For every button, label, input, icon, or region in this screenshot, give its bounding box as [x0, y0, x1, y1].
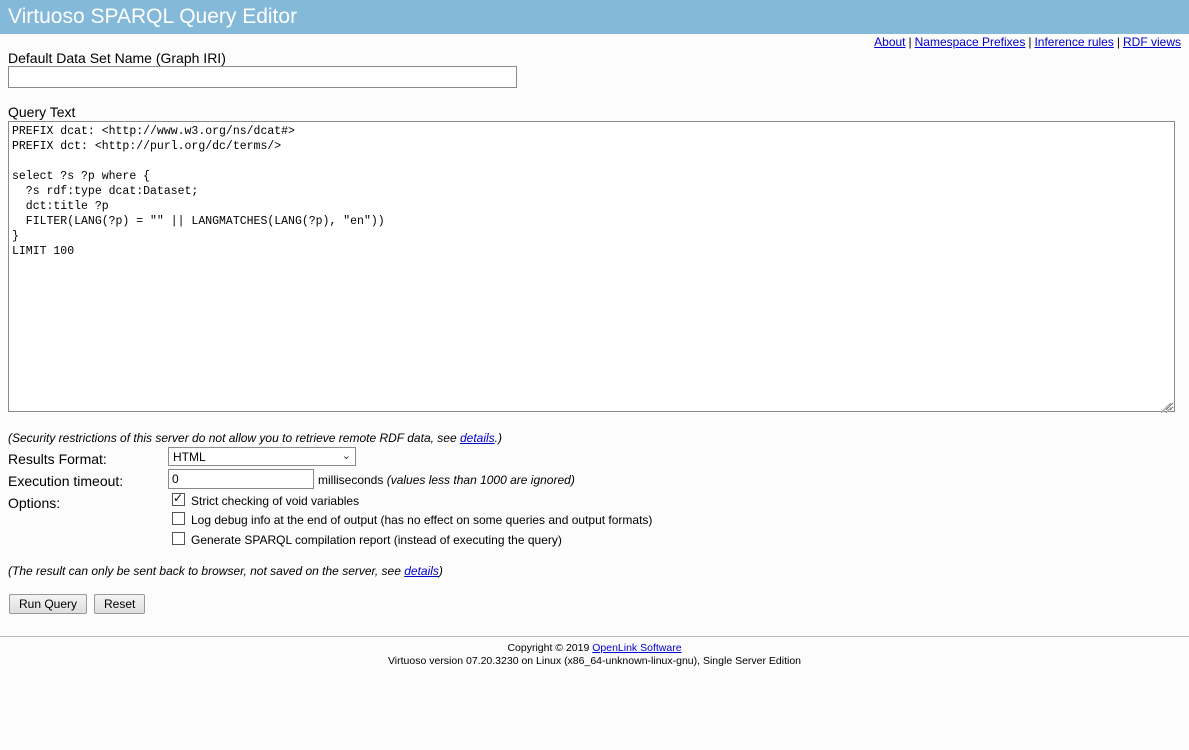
footer-divider: [0, 636, 1189, 637]
compilation-report-checkbox[interactable]: [172, 532, 185, 545]
reset-button[interactable]: Reset: [94, 594, 146, 614]
openlink-software-link[interactable]: OpenLink Software: [592, 642, 681, 654]
results-format-select[interactable]: HTML ⌄: [168, 447, 356, 466]
timeout-unit: milliseconds (values less than 1000 are …: [318, 473, 575, 487]
footer: Copyright © 2019 OpenLink Software Virtu…: [0, 642, 1189, 668]
log-debug-label: Log debug info at the end of output (has…: [191, 513, 653, 527]
query-text-label: Query Text: [8, 104, 76, 120]
inference-rules-link[interactable]: Inference rules: [1034, 35, 1113, 49]
query-text-editor[interactable]: PREFIX dcat: <http://www.w3.org/ns/dcat#…: [8, 121, 1175, 412]
run-query-button[interactable]: Run Query: [9, 594, 88, 614]
results-format-label: Results Format:: [8, 451, 107, 467]
result-details-link[interactable]: details: [404, 564, 439, 578]
strict-checking-label: Strict checking of void variables: [191, 494, 360, 508]
options-label: Options:: [8, 495, 61, 511]
top-links: About | Namespace Prefixes | Inference rules…: [874, 35, 1181, 49]
graph-iri-label: Default Data Set Name (Graph IRI): [8, 50, 226, 66]
graph-iri-input[interactable]: [8, 66, 517, 88]
namespace-prefixes-link[interactable]: Namespace Prefixes: [915, 35, 1026, 49]
execution-timeout-input[interactable]: [168, 469, 314, 489]
result-note: (The result can only be sent back to bro…: [8, 564, 443, 578]
page-title: Virtuoso SPARQL Query Editor: [8, 5, 298, 28]
strict-checking-checkbox[interactable]: [172, 491, 185, 506]
about-link[interactable]: About: [874, 35, 905, 49]
resize-grip-icon[interactable]: [1161, 403, 1171, 413]
log-debug-checkbox[interactable]: [172, 512, 185, 525]
security-details-link[interactable]: details: [460, 431, 495, 445]
execution-timeout-label: Execution timeout:: [8, 473, 124, 489]
app-header: Virtuoso SPARQL Query Editor: [0, 0, 1189, 34]
security-note: (Security restrictions of this server do…: [8, 431, 502, 445]
rdf-views-link[interactable]: RDF views: [1123, 35, 1181, 49]
compilation-report-label: Generate SPARQL compilation report (inst…: [191, 533, 562, 547]
chevron-down-icon: ⌄: [341, 450, 351, 462]
version-line: Virtuoso version 07.20.3230 on Linux (x8…: [387, 655, 802, 667]
copyright-line: Copyright © 2019 OpenLink Software: [507, 642, 682, 654]
results-format-value: HTML: [173, 450, 206, 464]
